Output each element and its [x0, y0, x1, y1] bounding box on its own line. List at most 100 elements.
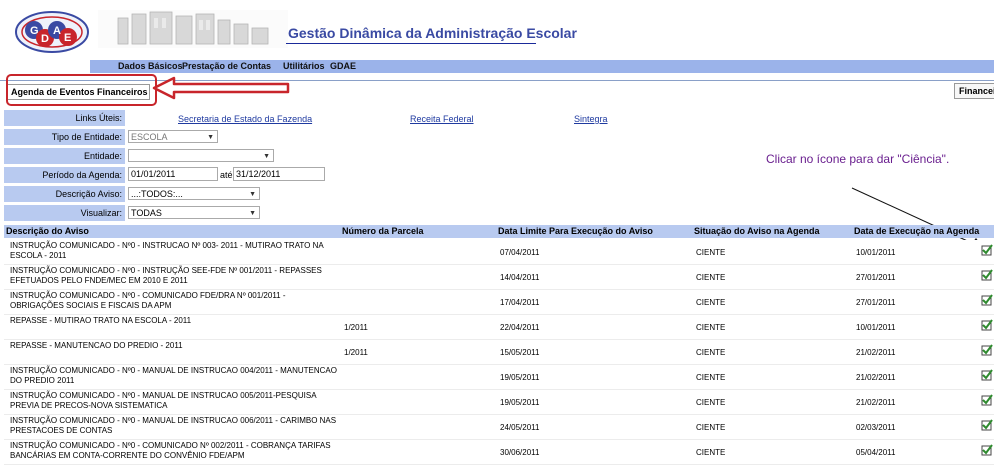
aviso-descricao: INSTRUÇÃO COMUNICADO - Nº0 - INSTRUÇÃO S… [10, 266, 322, 285]
ate-label: até [220, 170, 233, 180]
descricao-aviso-select[interactable]: ...:TODOS:... ▼ [128, 187, 260, 200]
tab-financeiro[interactable]: Financei [954, 83, 994, 99]
entidade-label: Entidade: [4, 148, 125, 164]
aviso-descricao: INSTRUÇÃO COMUNICADO - Nº0 - INSTRUCAO N… [10, 241, 324, 260]
situacao-aviso: CIENTE [696, 248, 726, 257]
situacao-aviso: CIENTE [696, 323, 726, 332]
numero-parcela: 1/2011 [344, 323, 368, 332]
data-limite: 19/05/2011 [500, 373, 540, 382]
chevron-down-icon: ▼ [263, 153, 270, 160]
periodo-inicio-input[interactable]: 01/01/2011 [128, 167, 218, 181]
tipo-entidade-value: ESCOLA [131, 132, 168, 142]
data-limite: 19/05/2011 [500, 398, 540, 407]
ciencia-check-icon[interactable] [981, 444, 993, 456]
menu-bar: Dados Básicos Prestação de Contas Utilit… [90, 60, 994, 73]
col-descricao: Descrição do Aviso [6, 226, 89, 236]
data-execucao: 21/02/2011 [856, 373, 896, 382]
aviso-descricao: INSTRUÇÃO COMUNICADO - Nº0 - MANUAL DE I… [10, 416, 337, 435]
data-execucao: 10/01/2011 [856, 248, 896, 257]
menu-prestacao-de-contas[interactable]: Prestação de Contas [182, 61, 271, 71]
data-limite: 14/04/2011 [500, 273, 540, 282]
chevron-down-icon: ▼ [249, 191, 256, 198]
ciencia-check-icon[interactable] [981, 244, 993, 256]
ciencia-check-icon[interactable] [981, 369, 993, 381]
school-building-image [98, 10, 288, 48]
descricao-label: Descrição Aviso: [4, 186, 125, 202]
data-execucao: 05/04/2011 [856, 448, 896, 457]
table-row: INSTRUÇÃO COMUNICADO - Nº0 - MANUAL DE I… [4, 415, 994, 439]
data-execucao: 21/02/2011 [856, 348, 896, 357]
situacao-aviso: CIENTE [696, 423, 726, 432]
col-data-execucao: Data de Execução na Agenda [854, 226, 980, 236]
tipo-label: Tipo de Entidade: [4, 129, 125, 145]
situacao-aviso: CIENTE [696, 273, 726, 282]
menu-dados-basicos[interactable]: Dados Básicos [118, 61, 183, 71]
data-execucao: 02/03/2011 [856, 423, 896, 432]
link-receita-federal[interactable]: Receita Federal [410, 114, 474, 124]
ciencia-check-icon[interactable] [981, 344, 993, 356]
situacao-aviso: CIENTE [696, 398, 726, 407]
situacao-aviso: CIENTE [696, 298, 726, 307]
periodo-row: Período da Agenda: 01/01/2011 até 31/12/… [4, 167, 990, 183]
col-data-limite: Data Limite Para Execução do Aviso [498, 226, 653, 236]
visualizar-row: Visualizar: TODAS ▼ [4, 205, 990, 221]
svg-text:D: D [41, 33, 49, 45]
situacao-aviso: CIENTE [696, 348, 726, 357]
col-parcela: Número da Parcela [342, 226, 424, 236]
tab-highlight-box [6, 74, 157, 106]
left-arrow-icon [152, 76, 290, 100]
aviso-descricao: REPASSE - MANUTENCAO DO PREDIO - 2011 [10, 341, 183, 350]
tipo-row: Tipo de Entidade: ESCOLA ▼ [4, 129, 990, 145]
col-situacao: Situação do Aviso na Agenda [694, 226, 820, 236]
periodo-fim-input[interactable]: 31/12/2011 [233, 167, 325, 181]
tipo-entidade-select[interactable]: ESCOLA ▼ [128, 130, 218, 143]
situacao-aviso: CIENTE [696, 373, 726, 382]
app-title: Gestão Dinâmica da Administração Escolar [288, 25, 577, 41]
data-execucao: 27/01/2011 [856, 298, 896, 307]
svg-text:A: A [53, 25, 61, 37]
links-row: Links Úteis: Secretaria de Estado da Faz… [4, 110, 990, 126]
visualizar-label: Visualizar: [4, 205, 125, 221]
table-row: INSTRUÇÃO COMUNICADO - Nº0 - INSTRUÇÃO S… [4, 265, 994, 289]
table-row: INSTRUÇÃO COMUNICADO - Nº0 - COMUNICADO … [4, 440, 994, 464]
data-limite: 17/04/2011 [500, 298, 540, 307]
table-row: INSTRUÇÃO COMUNICADO - Nº0 - COMUNICADO … [4, 290, 994, 314]
aviso-descricao: INSTRUÇÃO COMUNICADO - Nº0 - MANUAL DE I… [10, 366, 337, 385]
table-row: INSTRUÇÃO COMUNICADO - Nº0 - INSTRUCAO N… [4, 240, 994, 264]
data-execucao: 10/01/2011 [856, 323, 896, 332]
descricao-row: Descrição Aviso: ...:TODOS:... ▼ [4, 186, 990, 202]
data-limite: 07/04/2011 [500, 248, 540, 257]
data-execucao: 27/01/2011 [856, 273, 896, 282]
svg-text:E: E [64, 32, 71, 44]
link-secretaria-fazenda[interactable]: Secretaria de Estado da Fazenda [178, 114, 312, 124]
header: G D A E Gestão Dinâmica da Administração… [0, 0, 994, 56]
svg-text:G: G [30, 25, 39, 37]
descricao-aviso-value: ...:TODOS:... [131, 189, 183, 199]
numero-parcela: 1/2011 [344, 348, 368, 357]
ciencia-check-icon[interactable] [981, 394, 993, 406]
table-row: INSTRUÇÃO COMUNICADO - Nº0 - MANUAL DE I… [4, 365, 994, 389]
entidade-select[interactable]: ▼ [128, 149, 274, 162]
menu-utilitarios[interactable]: Utilitários [283, 61, 325, 71]
aviso-descricao: INSTRUÇÃO COMUNICADO - Nº0 - MANUAL DE I… [10, 391, 317, 410]
ciencia-check-icon[interactable] [981, 419, 993, 431]
ciencia-check-icon[interactable] [981, 269, 993, 281]
ciencia-hint: Clicar no ícone para dar "Ciência". [766, 152, 950, 166]
gdae-logo: G D A E [15, 11, 89, 53]
menu-gdae[interactable]: GDAE [330, 61, 356, 71]
visualizar-select[interactable]: TODAS ▼ [128, 206, 260, 219]
table-row: REPASSE - MUTIRAO TRATO NA ESCOLA - 2011… [4, 315, 994, 339]
ciencia-check-icon[interactable] [981, 319, 993, 331]
data-limite: 30/06/2011 [500, 448, 540, 457]
link-sintegra[interactable]: Sintegra [574, 114, 608, 124]
periodo-label: Período da Agenda: [4, 167, 125, 183]
aviso-descricao: REPASSE - MUTIRAO TRATO NA ESCOLA - 2011 [10, 316, 192, 325]
ciencia-check-icon[interactable] [981, 294, 993, 306]
title-underline [286, 43, 536, 44]
aviso-descricao: INSTRUÇÃO COMUNICADO - Nº0 - COMUNICADO … [10, 291, 286, 310]
table-header: Descrição do Aviso Número da Parcela Dat… [4, 225, 994, 238]
table-row: REPASSE - MANUTENCAO DO PREDIO - 2011 1/2… [4, 340, 994, 364]
data-execucao: 21/02/2011 [856, 398, 896, 407]
situacao-aviso: CIENTE [696, 448, 726, 457]
data-limite: 22/04/2011 [500, 323, 540, 332]
